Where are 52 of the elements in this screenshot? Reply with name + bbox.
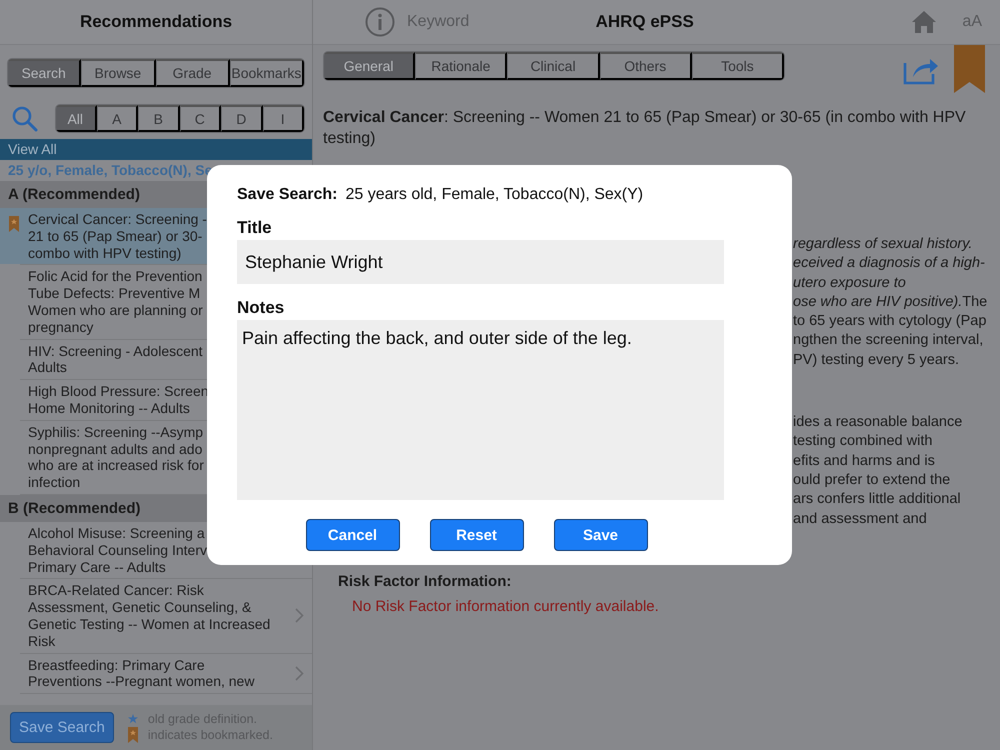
search-icon[interactable] bbox=[12, 106, 38, 132]
bookmark-icon bbox=[9, 216, 19, 232]
risk-factor-heading: Risk Factor Information: bbox=[338, 572, 512, 590]
save-search-button[interactable]: Save Search bbox=[10, 712, 114, 743]
mode-tab[interactable]: Grade bbox=[156, 59, 230, 87]
letter-filter-tab[interactable]: C bbox=[180, 105, 221, 132]
home-icon[interactable] bbox=[912, 11, 936, 33]
body-text: ngthen the screening interval, bbox=[793, 332, 984, 348]
recommendation-heading: Cervical Cancer: Screening -- Women 21 to 65 (Pap Smear) or 30-65 (in combo with HPV testing) bbox=[323, 108, 967, 149]
body-text: ides a reasonable balance bbox=[793, 414, 962, 430]
mode-tab[interactable]: Bookmarks bbox=[230, 59, 304, 87]
body-text: ould prefer to extend the bbox=[793, 472, 950, 488]
notes-label: Notes bbox=[237, 298, 286, 318]
search-summary: 25 years old, Female, Tobacco(N), Sex(Y) bbox=[346, 186, 644, 204]
body-text: testing combined with bbox=[793, 433, 932, 450]
title-label: Title bbox=[237, 218, 273, 238]
view-all-link[interactable]: View All bbox=[0, 139, 312, 160]
letter-filter-tab[interactable]: All bbox=[56, 105, 96, 132]
body-text: utero exposure to bbox=[793, 274, 906, 291]
title-field[interactable]: Stephanie Wright bbox=[237, 240, 724, 284]
star-icon bbox=[128, 714, 138, 724]
detail-tab[interactable]: Tools bbox=[692, 52, 784, 80]
mode-tab[interactable]: Search bbox=[8, 59, 82, 87]
body-text: and assessment and bbox=[793, 510, 927, 527]
letter-filter-tab[interactable]: B bbox=[138, 105, 180, 132]
body-text: ose who are HIV positive).The bbox=[793, 294, 988, 310]
detail-tab[interactable]: Others bbox=[600, 52, 692, 80]
info-icon[interactable] bbox=[365, 7, 395, 37]
dialog-button[interactable]: Reset bbox=[430, 519, 524, 551]
risk-factor-message: No Risk Factor information currently available. bbox=[352, 598, 660, 615]
detail-tab[interactable]: Clinical bbox=[507, 52, 600, 80]
app-title: AHRQ ePSS bbox=[594, 12, 695, 32]
recommendation-item[interactable]: BRCA-Related Cancer: Risk Assessment, Genetic Counseling, & Genetic Testing -- Women at Increased Risk bbox=[0, 579, 312, 653]
detail-tab[interactable]: Rationale bbox=[415, 52, 508, 80]
dialog-button[interactable]: Save bbox=[554, 519, 648, 551]
body-text: efits and harms and is bbox=[793, 452, 935, 469]
body-text: ars confers little additional bbox=[793, 491, 961, 508]
notes-field[interactable]: Pain affecting the back, and outer side of the leg. bbox=[237, 320, 724, 500]
dialog-button[interactable]: Cancel bbox=[306, 519, 400, 551]
bookmark-ribbon-icon[interactable] bbox=[954, 45, 985, 93]
body-text: PV) testing every 5 years. bbox=[793, 352, 960, 368]
letter-filter-tab[interactable]: A bbox=[96, 105, 138, 132]
body-text: regardless of sexual history. bbox=[793, 236, 972, 252]
mode-tab[interactable]: Browse bbox=[81, 59, 156, 87]
letter-filter-tab[interactable]: I bbox=[262, 105, 304, 132]
detail-tab[interactable]: General bbox=[324, 52, 416, 80]
body-text: to 65 years with cytology (Pap bbox=[793, 313, 986, 330]
body-text: eceived a diagnosis of a high- bbox=[793, 255, 985, 272]
bookmark-icon bbox=[128, 727, 138, 743]
recommendation-item[interactable]: Breastfeeding: Primary Care Preventions --Pregnant women, new bbox=[0, 654, 312, 694]
letter-filter-tab[interactable]: D bbox=[221, 105, 262, 132]
panel-title: Recommendations bbox=[80, 12, 232, 32]
